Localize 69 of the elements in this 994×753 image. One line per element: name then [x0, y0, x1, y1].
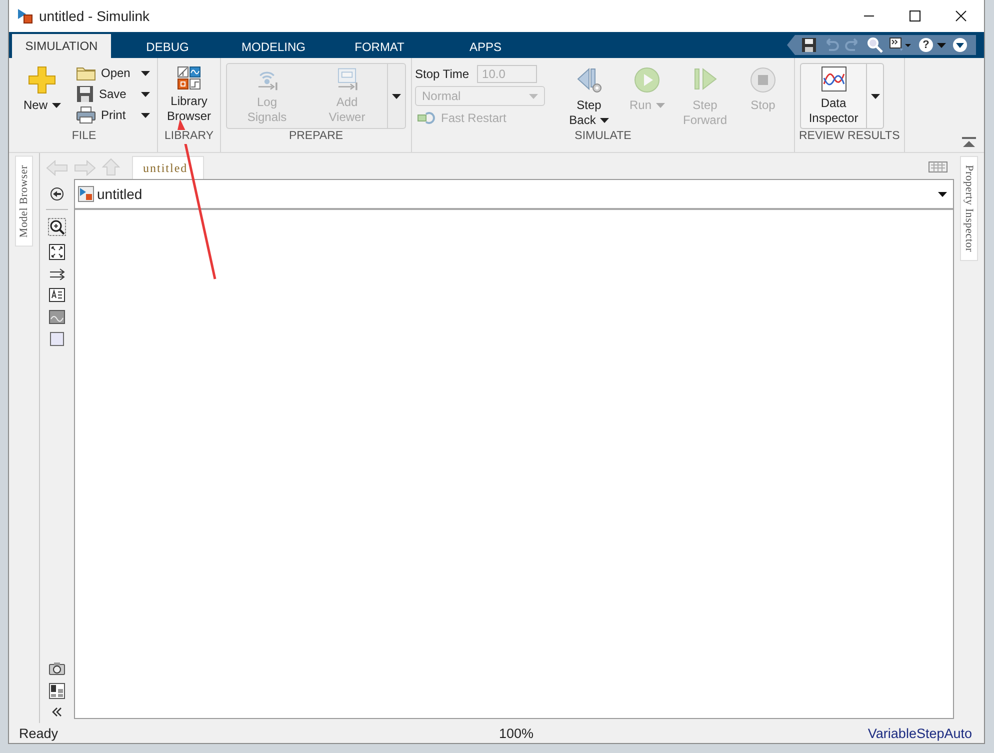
ribbon-tab[interactable]: DEBUG — [118, 36, 217, 58]
palette-button[interactable] — [49, 244, 65, 260]
palette-button[interactable] — [50, 187, 64, 201]
caret-icon — [529, 94, 538, 98]
breadcrumb-text: untitled — [97, 186, 144, 202]
keyboard-icon — [928, 161, 948, 173]
double-chevron-icon — [51, 707, 63, 717]
caret-icon — [870, 94, 880, 98]
command-icon — [889, 37, 913, 53]
plot-icon — [820, 66, 846, 92]
window-title: untitled - Simulink — [39, 8, 150, 24]
editor-tab[interactable]: untitled — [132, 156, 204, 179]
ribbon-button[interactable]: New — [14, 63, 70, 116]
palette-button[interactable] — [49, 268, 65, 280]
arrows-icon — [49, 268, 65, 280]
model-icon — [17, 8, 33, 24]
palette-button[interactable] — [49, 662, 65, 675]
back-arrow-icon — [46, 160, 68, 176]
step-back-icon — [575, 66, 603, 94]
palette-button[interactable] — [49, 683, 65, 699]
fit-to-view-icon — [49, 244, 65, 260]
ribbon-tab[interactable]: SIMULATION — [12, 34, 111, 58]
plus-icon — [28, 66, 56, 94]
search-icon — [867, 37, 883, 53]
ribbon-tab[interactable]: FORMAT — [330, 36, 429, 58]
ribbon-tab[interactable]: APPS — [436, 36, 535, 58]
close-icon — [955, 10, 967, 22]
palette-button[interactable] — [49, 288, 65, 302]
ribbon-button[interactable]: Print — [72, 105, 154, 125]
model-icon — [78, 186, 94, 202]
palette-button[interactable] — [49, 310, 65, 324]
ribbon-button[interactable]: Step Back — [561, 63, 617, 131]
caret-icon — [392, 94, 401, 98]
zoom-icon — [48, 218, 66, 236]
fast-restart-icon — [417, 112, 435, 124]
chevron-down-icon — [952, 37, 968, 53]
collapse-button[interactable] — [51, 707, 63, 717]
collapse-button[interactable] — [962, 135, 976, 150]
caret-icon — [938, 192, 947, 196]
zoom-level: 100% — [499, 726, 535, 740]
status-text: Ready — [19, 726, 60, 740]
caret-icon — [937, 42, 946, 48]
ribbon-button[interactable]: Open — [72, 63, 154, 83]
library-icon — [177, 66, 201, 90]
camera-icon — [49, 662, 65, 675]
forward-arrow-icon — [74, 160, 96, 176]
ribbon-button[interactable]: Data Inspector — [800, 63, 866, 129]
folder-icon — [76, 65, 96, 81]
back-circle-icon — [50, 187, 64, 201]
stop-icon — [749, 66, 777, 94]
collapse-icon — [962, 137, 976, 147]
maximize-icon — [909, 10, 921, 22]
palette-button[interactable] — [48, 218, 66, 236]
ribbon-tab[interactable]: MODELING — [224, 36, 323, 58]
side-panel-tab[interactable]: Property Inspector — [960, 156, 978, 261]
image-icon — [49, 310, 65, 324]
ribbon-button[interactable]: Save — [72, 84, 154, 104]
up-arrow-icon — [102, 158, 120, 176]
save-icon — [801, 37, 817, 53]
side-panel-tab[interactable]: Model Browser — [15, 156, 33, 247]
panel-layout-icon — [49, 683, 65, 699]
play-icon — [633, 66, 661, 94]
printer-icon — [76, 106, 96, 124]
solver-name[interactable]: VariableStepAuto — [868, 726, 972, 740]
text-icon — [49, 288, 65, 302]
rectangle-icon — [50, 332, 64, 346]
field-label: Stop Time — [415, 67, 470, 81]
section-title: LIBRARY — [163, 130, 214, 144]
ribbon-button[interactable]: Library Browser — [161, 63, 217, 127]
